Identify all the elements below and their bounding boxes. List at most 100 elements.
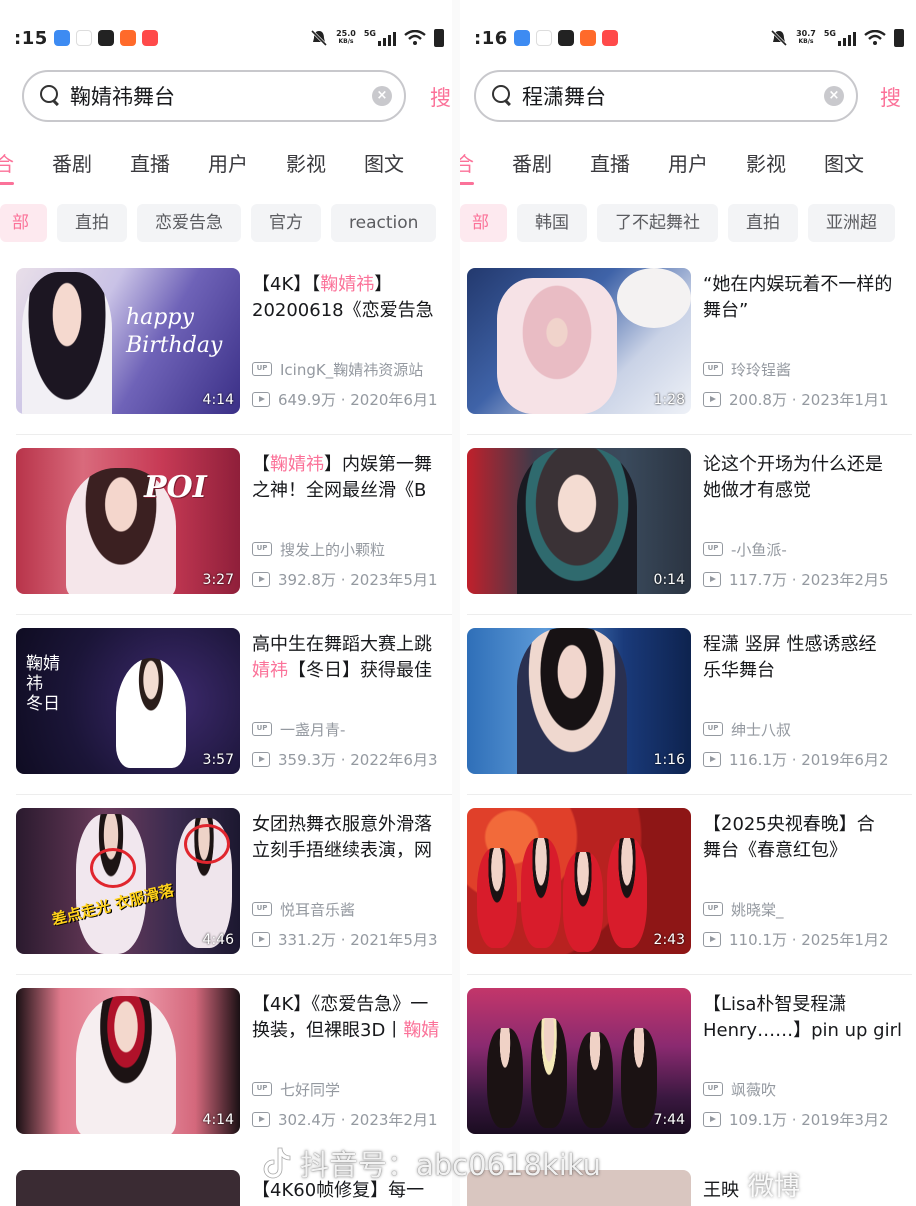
app-notification-icon bbox=[141, 30, 158, 46]
video-card[interactable]: POI 3:27 【鞠婧祎】内娱第一舞 之神！全网最丝滑《B UP 搜发上的小颗粒 … bbox=[16, 434, 452, 628]
tab-all[interactable]: 合 bbox=[0, 148, 14, 185]
duration-badge: 4:46 bbox=[202, 932, 234, 948]
uploader-name[interactable]: 搜发上的小颗粒 bbox=[280, 539, 385, 560]
battery-icon bbox=[894, 29, 904, 47]
video-thumbnail[interactable]: 1:16 bbox=[467, 628, 691, 774]
video-stats: 331.2万 · 2021年5月3 bbox=[278, 930, 438, 949]
uploader-name[interactable]: 飒薇吹 bbox=[731, 1079, 776, 1100]
uploader-name[interactable]: 绅士八叔 bbox=[731, 719, 791, 740]
play-count-icon bbox=[252, 1111, 270, 1127]
video-card[interactable]: 差点走光 衣服滑落 4:46 女团热舞衣服意外滑落 立刻手捂继续表演，网 UP 悦耳… bbox=[16, 794, 452, 988]
search-button[interactable]: 搜 bbox=[430, 82, 451, 112]
tab-film[interactable]: 影视 bbox=[746, 148, 786, 177]
uploader-name[interactable]: -小鱼派- bbox=[731, 539, 787, 560]
video-title[interactable]: 【4K】【鞠婧祎】 20200618《恋爱告急 bbox=[252, 272, 452, 324]
search-input[interactable]: 鞠婧祎舞台 × bbox=[22, 70, 406, 122]
video-card[interactable]: 1:16 程潇 竖屏 性感诱惑经 乐华舞台 UP 绅士八叔 116.1万 · 201… bbox=[467, 614, 912, 808]
filter-chips: 部 韩国 了不起舞社 直拍 亚洲超 bbox=[460, 204, 895, 242]
video-thumbnail[interactable]: 0:14 bbox=[467, 448, 691, 594]
video-title[interactable]: 女团热舞衣服意外滑落 立刻手捂继续表演，网 bbox=[252, 812, 452, 864]
clear-icon[interactable]: × bbox=[824, 86, 844, 106]
video-thumbnail[interactable]: 鞠婧祎 冬日 3:57 bbox=[16, 628, 240, 774]
uploader-name[interactable]: 悦耳音乐酱 bbox=[280, 899, 355, 920]
video-title[interactable]: 【Lisa朴智旻程潇 Henry……】pin up girl bbox=[703, 992, 912, 1044]
play-count-icon bbox=[252, 751, 270, 767]
video-thumbnail[interactable]: happy Birthday 4:14 bbox=[16, 268, 240, 414]
video-thumbnail[interactable]: 4:14 bbox=[16, 988, 240, 1134]
up-badge-icon: UP bbox=[703, 902, 723, 916]
uploader-name[interactable]: IcingK_鞠婧祎资源站 bbox=[280, 359, 423, 380]
up-badge-icon: UP bbox=[703, 1082, 723, 1096]
play-count-icon bbox=[252, 931, 270, 947]
duration-badge: 3:57 bbox=[202, 752, 234, 768]
video-card[interactable]: 1:28 “她在内娱玩着不一样的 舞台” UP 玲玲锃酱 200.8万 · 2023… bbox=[467, 268, 912, 448]
uploader-name[interactable]: 姚晓棠_ bbox=[731, 899, 784, 920]
chip-all[interactable]: 部 bbox=[460, 204, 507, 242]
video-title[interactable]: 程潇 竖屏 性感诱惑经 乐华舞台 bbox=[703, 632, 912, 684]
video-thumbnail[interactable]: 差点走光 衣服滑落 4:46 bbox=[16, 808, 240, 954]
thumbnail-caption: happy Birthday bbox=[126, 305, 223, 358]
uploader-name[interactable]: 一盏月青- bbox=[280, 719, 345, 740]
search-input[interactable]: 程潇舞台 × bbox=[474, 70, 858, 122]
search-button[interactable]: 搜 bbox=[880, 82, 901, 112]
video-stats: 117.7万 · 2023年2月5 bbox=[729, 570, 889, 589]
tab-users[interactable]: 用户 bbox=[208, 148, 248, 177]
chip[interactable]: 亚洲超 bbox=[808, 204, 895, 242]
up-badge-icon: UP bbox=[252, 902, 272, 916]
video-card[interactable]: 4:14 【4K】《恋爱告急》一 换装，但裸眼3D丨鞠婧 UP 七好同学 302.4… bbox=[16, 974, 452, 1168]
tab-live[interactable]: 直播 bbox=[130, 148, 170, 177]
video-title[interactable]: 【4K】《恋爱告急》一 换装，但裸眼3D丨鞠婧 bbox=[252, 992, 452, 1044]
chip[interactable]: 恋爱告急 bbox=[137, 204, 241, 242]
video-card[interactable]: happy Birthday 4:14 【4K】【鞠婧祎】 20200618《恋爱… bbox=[16, 268, 452, 448]
video-title[interactable]: 王映 bbox=[703, 1176, 739, 1202]
chip[interactable]: 了不起舞社 bbox=[597, 204, 718, 242]
video-thumbnail[interactable]: 7:44 bbox=[467, 988, 691, 1134]
tab-bangumi[interactable]: 番剧 bbox=[512, 148, 552, 177]
tab-articles[interactable]: 图文 bbox=[824, 148, 864, 177]
uploader-name[interactable]: 七好同学 bbox=[280, 1079, 340, 1100]
tab-users[interactable]: 用户 bbox=[668, 148, 708, 177]
tab-all[interactable]: 合 bbox=[460, 148, 474, 185]
tab-bangumi[interactable]: 番剧 bbox=[52, 148, 92, 177]
left-screenshot: :15 25.0 KB/s 5G 鞠婧祎舞台 × 搜 合 番剧 直播 用户 影视 … bbox=[0, 0, 452, 1206]
chip[interactable]: 直拍 bbox=[728, 204, 798, 242]
search-icon bbox=[40, 85, 62, 107]
up-badge-icon: UP bbox=[703, 542, 723, 556]
app-notification-icon bbox=[97, 30, 114, 46]
tab-live[interactable]: 直播 bbox=[590, 148, 630, 177]
video-stats: 302.4万 · 2023年2月1 bbox=[278, 1110, 438, 1129]
watermark-text: 抖音号：abc0618kiku bbox=[300, 1148, 602, 1182]
video-title[interactable]: “她在内娱玩着不一样的 舞台” bbox=[703, 272, 912, 324]
search-query[interactable]: 鞠婧祎舞台 bbox=[70, 81, 372, 111]
wifi-icon bbox=[864, 30, 886, 45]
video-title[interactable]: 【2025央视春晚】合 舞台《春意红包》 bbox=[703, 812, 912, 864]
tab-articles[interactable]: 图文 bbox=[364, 148, 404, 177]
video-thumbnail[interactable] bbox=[16, 1170, 240, 1206]
chip[interactable]: reaction bbox=[331, 204, 437, 242]
video-thumbnail[interactable]: 2:43 bbox=[467, 808, 691, 954]
play-count-icon bbox=[252, 571, 270, 587]
video-title[interactable]: 论这个开场为什么还是 她做才有感觉 bbox=[703, 452, 912, 504]
chip[interactable]: 直拍 bbox=[57, 204, 127, 242]
network-speed: 25.0 KB/s bbox=[336, 29, 356, 46]
video-card[interactable]: 鞠婧祎 冬日 3:57 高中生在舞蹈大赛上跳 婧祎【冬日】获得最佳 UP 一盏月青-… bbox=[16, 614, 452, 808]
uploader-name[interactable]: 玲玲锃酱 bbox=[731, 359, 791, 380]
up-badge-icon: UP bbox=[252, 542, 272, 556]
chip[interactable]: 韩国 bbox=[517, 204, 587, 242]
up-badge-icon: UP bbox=[252, 1082, 272, 1096]
clear-icon[interactable]: × bbox=[372, 86, 392, 106]
chip[interactable]: 官方 bbox=[251, 204, 321, 242]
chip-all[interactable]: 部 bbox=[0, 204, 47, 242]
video-thumbnail[interactable]: POI 3:27 bbox=[16, 448, 240, 594]
video-title[interactable]: 高中生在舞蹈大赛上跳 婧祎【冬日】获得最佳 bbox=[252, 632, 452, 684]
video-title[interactable]: 【鞠婧祎】内娱第一舞 之神！全网最丝滑《B bbox=[252, 452, 452, 504]
tab-film[interactable]: 影视 bbox=[286, 148, 326, 177]
douyin-logo-icon bbox=[262, 1146, 292, 1180]
video-thumbnail[interactable]: 1:28 bbox=[467, 268, 691, 414]
video-card[interactable]: 2:43 【2025央视春晚】合 舞台《春意红包》 UP 姚晓棠_ 110.1万 ·… bbox=[467, 794, 912, 988]
video-card[interactable]: 0:14 论这个开场为什么还是 她做才有感觉 UP -小鱼派- 117.7万 · 2… bbox=[467, 434, 912, 628]
search-query[interactable]: 程潇舞台 bbox=[522, 81, 824, 111]
video-card[interactable]: 7:44 【Lisa朴智旻程潇 Henry……】pin up girl UP 飒薇吹… bbox=[467, 974, 912, 1168]
video-stats: 392.8万 · 2023年5月1 bbox=[278, 570, 438, 589]
app-notification-icon bbox=[601, 30, 618, 46]
